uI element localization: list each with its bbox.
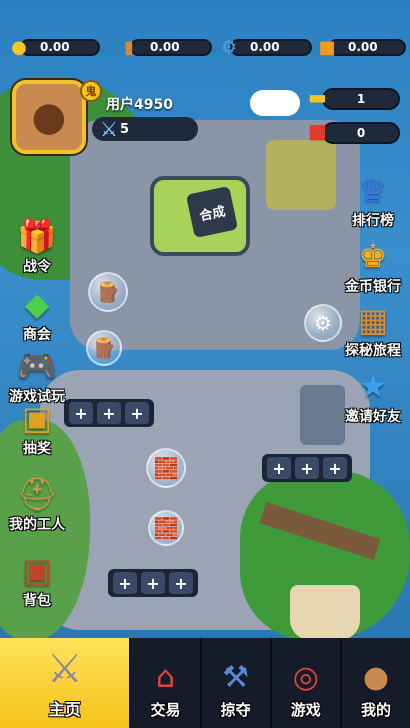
resource-gold: ● 0.00 — [6, 34, 100, 60]
menu-label: 商会 — [23, 327, 51, 343]
gold-building — [266, 140, 336, 210]
nav-label: 我的 — [360, 701, 391, 719]
build-slots: + + + — [262, 454, 352, 482]
menu-leaderboard[interactable]: ♛ 排行榜 — [338, 170, 408, 230]
add-slot-button[interactable]: + — [97, 402, 121, 424]
menu-guild[interactable]: ◆ 商会 — [2, 284, 72, 344]
resource-value: 0.00 — [250, 40, 280, 54]
resource-value: 0.00 — [150, 40, 180, 54]
nav-label: 游戏 — [290, 701, 321, 719]
add-slot-button[interactable]: + — [323, 457, 347, 479]
star-invite-icon: ★ — [358, 367, 388, 405]
power-value: 5 — [120, 121, 130, 137]
red-bag-icon: ■ — [308, 119, 327, 143]
level-badge: 鬼 — [80, 80, 102, 102]
treasure-chest-icon: ▣ — [21, 399, 53, 437]
bag-counter[interactable]: ■ 0 — [308, 119, 400, 144]
resource-bubble[interactable]: 🧱 — [146, 448, 186, 488]
add-slot-button[interactable]: + — [141, 572, 165, 594]
menu-label: 排行榜 — [352, 213, 394, 229]
ticket-counter[interactable]: ▬ 1 — [308, 85, 400, 110]
orange-block-icon: 🧱 — [153, 456, 179, 480]
resource-bar: ● 0.00 ▮ 0.00 ⚙ 0.00 ■ 0.00 — [0, 34, 410, 64]
green-crystal-icon: ◆ — [24, 285, 50, 323]
menu-label: 抽奖 — [23, 441, 51, 457]
menu-battle-pass[interactable]: 🎁 战令 — [2, 216, 72, 276]
menu-gold-bank[interactable]: ♚ 金币银行 — [338, 236, 408, 296]
nav-plunder[interactable]: ⚒ 掠夺 — [199, 638, 270, 728]
ship — [290, 585, 360, 640]
resource-value: 0.00 — [348, 40, 378, 54]
add-slot-button[interactable]: + — [169, 572, 193, 594]
wood-log-icon: 🪵 — [95, 280, 121, 304]
resource-bubble[interactable]: 🧱 — [148, 510, 184, 546]
menu-label: 金币银行 — [345, 279, 401, 295]
ticket-value: 1 — [356, 92, 366, 106]
build-slots: + + + — [108, 569, 198, 597]
menu-label: 背包 — [23, 593, 51, 609]
map-screen-icon: ▦ — [357, 301, 389, 339]
player-profile[interactable]: ● 鬼 用户4950 ⚔ 5 — [12, 80, 198, 154]
resource-gear: ⚙ 0.00 — [216, 34, 312, 60]
ticket-icon: ▬ — [308, 85, 327, 109]
menu-exploration[interactable]: ▦ 探秘旅程 — [338, 300, 408, 360]
orange-block-icon: 🧱 — [153, 516, 179, 540]
nav-trade[interactable]: ⌂ 交易 — [129, 638, 199, 728]
resource-bubble[interactable]: ⚙ — [304, 304, 342, 342]
add-slot-button[interactable]: + — [295, 457, 319, 479]
avatar[interactable]: ● — [12, 80, 86, 154]
add-slot-button[interactable]: + — [69, 402, 93, 424]
wood-log-icon: 🪵 — [91, 336, 117, 360]
resource-bubble[interactable]: 🪵 — [86, 330, 122, 366]
menu-backpack[interactable]: ▣ 背包 — [2, 550, 72, 610]
username: 用户4950 — [106, 97, 173, 113]
merge-label: 合成 — [185, 185, 239, 239]
nav-games[interactable]: ◎ 游戏 — [269, 638, 340, 728]
cloud — [250, 90, 300, 116]
market-stall-icon: ⌂ — [156, 660, 176, 695]
axe-icon: ⚒ — [222, 660, 250, 695]
menu-label: 探秘旅程 — [345, 343, 401, 359]
orange-block-icon: ■ — [318, 36, 336, 58]
menu-label: 我的工人 — [9, 517, 65, 533]
backpack-icon: ▣ — [21, 551, 53, 589]
add-slot-button[interactable]: + — [113, 572, 137, 594]
sword-icon: ⚔ — [100, 117, 118, 141]
capybara-avatar-icon: ● — [31, 94, 67, 140]
target-icon: ◎ — [292, 660, 319, 695]
add-slot-button[interactable]: + — [125, 402, 149, 424]
resource-bubble[interactable]: 🪵 — [88, 272, 128, 312]
gift-box-icon: 🎁 — [17, 217, 57, 255]
add-slot-button[interactable]: + — [267, 457, 291, 479]
nav-home[interactable]: ⚔ 主页 — [0, 638, 130, 728]
gold-coins-icon: ● — [11, 36, 27, 58]
merge-machine[interactable]: 合成 — [150, 176, 250, 256]
menu-game-trial[interactable]: 🎮 游戏试玩 — [2, 346, 72, 406]
bottom-nav: ⚔ 主页 ⌂ 交易 ⚒ 掠夺 ◎ 游戏 ● 我的 — [0, 638, 410, 728]
gear-icon: ⚙ — [314, 311, 332, 335]
resource-wood: ▮ 0.00 — [116, 34, 212, 60]
nav-label: 交易 — [150, 701, 181, 719]
gamepad-icon: 🎮 — [17, 347, 57, 385]
power-display: ⚔ 5 — [92, 117, 198, 141]
build-slots: + + + — [64, 399, 154, 427]
capybara-face-icon: ● — [362, 660, 390, 695]
menu-invite-friends[interactable]: ★ 邀请好友 — [338, 366, 408, 426]
resource-block: ■ 0.00 — [314, 34, 406, 60]
menu-my-workers[interactable]: ⛑ 我的工人 — [2, 474, 72, 534]
menu-label: 邀请好友 — [345, 409, 401, 425]
worker-helmet-icon: ⛑ — [16, 475, 58, 513]
nav-label: 掠夺 — [220, 701, 251, 719]
crossed-swords-icon: ⚔ — [46, 646, 83, 692]
nav-label: 主页 — [48, 700, 81, 719]
crown-bank-icon: ♚ — [358, 237, 388, 275]
gear-icon: ⚙ — [220, 36, 238, 58]
bag-value: 0 — [356, 126, 366, 140]
menu-lottery[interactable]: ▣ 抽奖 — [2, 398, 72, 458]
nav-profile[interactable]: ● 我的 — [339, 638, 410, 728]
wood-log-icon: ▮ — [124, 36, 134, 58]
leaderboard-icon: ♛ — [358, 171, 388, 209]
resource-value: 0.00 — [40, 40, 70, 54]
menu-label: 战令 — [23, 259, 51, 275]
